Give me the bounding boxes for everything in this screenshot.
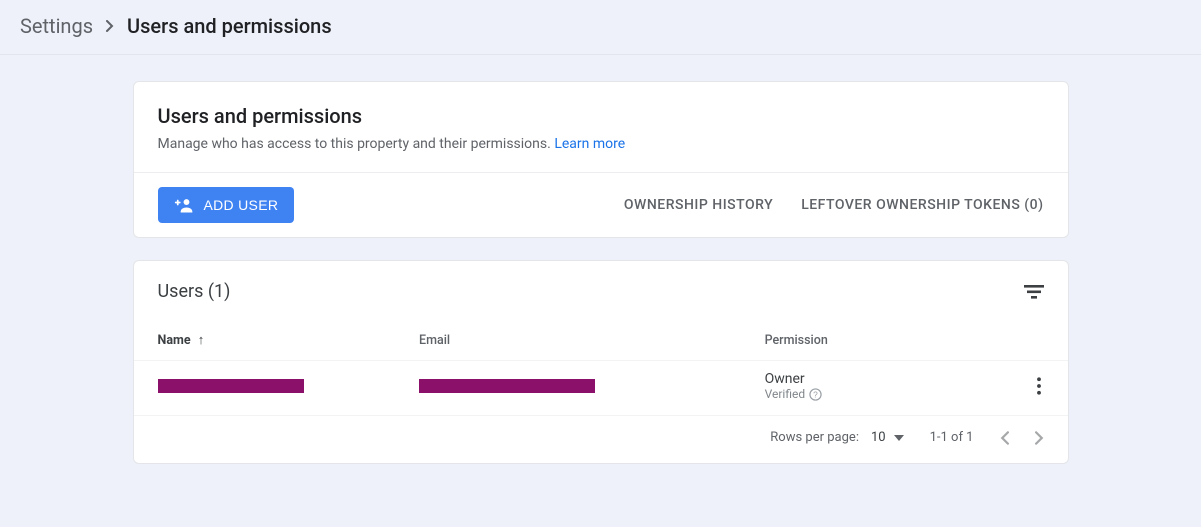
subtitle-text: Manage who has access to this property a… [158,136,551,152]
person-add-icon [174,197,194,213]
breadcrumb-root[interactable]: Settings [20,14,93,38]
cell-permission-sub: Verified [765,387,806,401]
card-users-permissions: Users and permissions Manage who has acc… [133,81,1069,238]
cell-email-redacted [419,379,595,393]
col-permission[interactable]: Permission [741,308,1012,361]
more-vert-icon[interactable] [1036,377,1044,395]
chevron-right-icon [105,20,115,32]
col-name[interactable]: Name ↑ [134,308,396,361]
help-icon[interactable]: ? [809,388,822,401]
breadcrumb: Settings Users and permissions [0,0,1201,55]
dropdown-icon [894,435,904,441]
col-name-label: Name [158,333,191,348]
add-user-button[interactable]: ADD USER [158,187,295,223]
page-subtitle: Manage who has access to this property a… [158,136,1044,152]
page-range: 1-1 of 1 [930,430,974,445]
card-users-list: Users (1) Name ↑ Email Permissio [133,260,1069,464]
rows-per-page-value: 10 [871,430,886,445]
cell-name-redacted [158,379,304,393]
cell-permission: Owner [765,371,988,387]
next-page-button[interactable] [1035,431,1044,445]
breadcrumb-current: Users and permissions [127,14,332,38]
users-list-title: Users (1) [158,281,231,302]
rows-per-page-label: Rows per page: [770,430,859,445]
sort-asc-icon: ↑ [198,333,205,348]
col-email[interactable]: Email [395,308,741,361]
table-row: Owner Verified ? [134,361,1068,416]
ownership-history-link[interactable]: OWNERSHIP HISTORY [624,197,773,213]
table-pager: Rows per page: 10 1-1 of 1 [134,415,1068,463]
svg-text:?: ? [813,389,818,399]
leftover-tokens-link[interactable]: LEFTOVER OWNERSHIP TOKENS (0) [801,197,1043,213]
filter-icon[interactable] [1024,284,1044,300]
learn-more-link[interactable]: Learn more [554,136,625,152]
add-user-label: ADD USER [204,197,279,213]
col-actions [1012,308,1068,361]
users-table: Name ↑ Email Permission [134,308,1068,415]
page-title: Users and permissions [158,104,1044,128]
rows-per-page-select[interactable]: 10 [871,430,904,445]
prev-page-button[interactable] [1000,431,1009,445]
